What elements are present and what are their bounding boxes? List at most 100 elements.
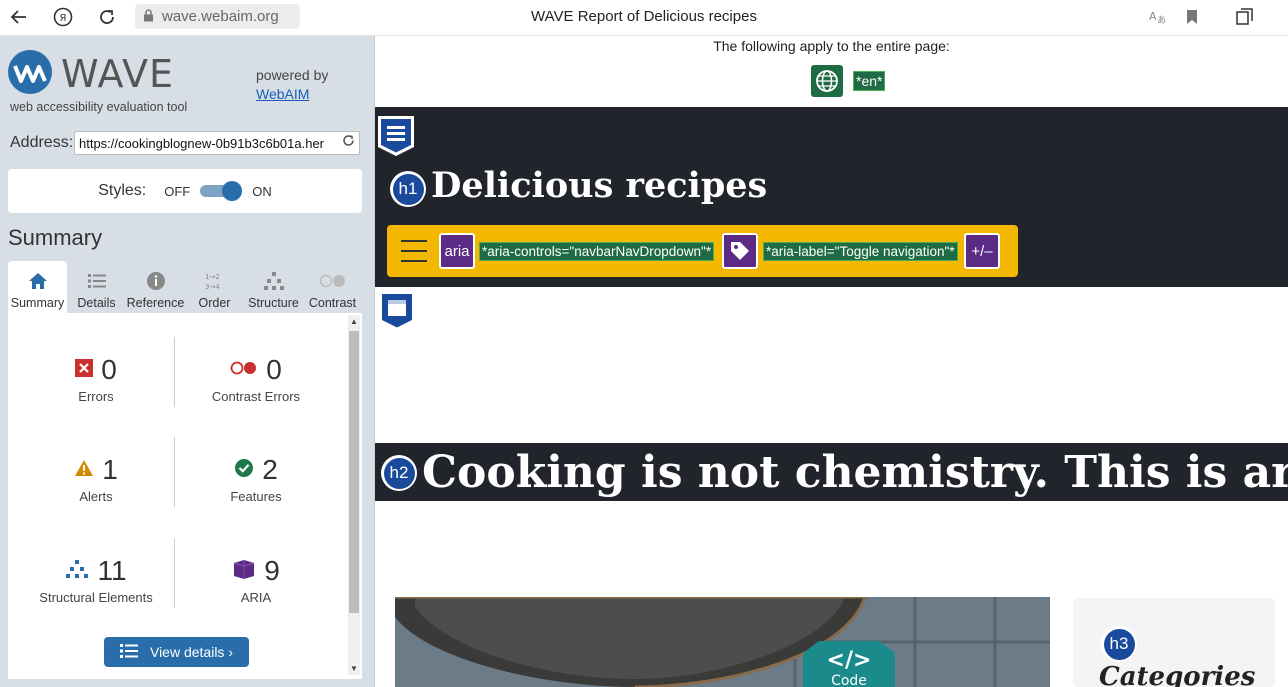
alert-icon [74, 459, 94, 482]
categories-heading: Categories [1099, 662, 1256, 687]
tab-label: Order [198, 296, 231, 310]
features-stat[interactable]: 2 Features [181, 453, 331, 504]
list-icon [87, 269, 107, 293]
svg-text:Я: Я [60, 13, 67, 24]
alerts-label: Alerts [79, 489, 113, 504]
view-details-label: View details › [149, 644, 233, 660]
window-title: WAVE Report of Delicious recipes [531, 8, 757, 25]
structure-icon [263, 269, 285, 293]
svg-text:</>: </> [827, 648, 872, 673]
view-details-button[interactable]: View details › [104, 637, 249, 667]
errors-count: 0 [101, 354, 117, 385]
address-text: wave.webaim.org [162, 8, 279, 25]
hamburger-icon[interactable] [401, 240, 427, 262]
contrast-errors-stat[interactable]: 0 Contrast Errors [181, 353, 331, 404]
address-bar[interactable]: wave.webaim.org [135, 4, 300, 29]
tab-label: Contrast [308, 296, 357, 310]
aria-label: ARIA [240, 590, 272, 605]
header-region-icon[interactable] [377, 115, 415, 157]
address-input[interactable]: https://cookingblognew-0b91b3c6b01a.her [74, 131, 360, 155]
contrast-icon [319, 269, 347, 293]
aria-label-tag: *aria-label="Toggle navigation"* [763, 242, 958, 261]
divider [174, 538, 175, 608]
structure-icon [65, 559, 89, 584]
tab-order[interactable]: 1→2 3→4 Order [185, 261, 244, 313]
contrast-error-icon [230, 361, 258, 380]
code-icon[interactable]: </> Code [803, 641, 895, 687]
address-value: https://cookingblognew-0b91b3c6b01a.her [79, 135, 325, 151]
site-title[interactable]: Delicious recipes [431, 165, 767, 206]
categories-card: h3 Categories [1073, 598, 1275, 687]
structural-count: 11 [97, 555, 127, 586]
svg-text:3→4: 3→4 [205, 283, 220, 291]
aria-stat[interactable]: 9 ARIA [181, 554, 331, 605]
yandex-icon[interactable]: Я [49, 4, 77, 30]
svg-text:1→2: 1→2 [205, 273, 220, 281]
aria-icon[interactable]: aria [439, 233, 475, 269]
errors-label: Errors [78, 389, 114, 404]
aria-controls-tag: *aria-controls="navbarNavDropdown"* [479, 242, 715, 261]
page-wide-notice: The following apply to the entire page: [713, 38, 950, 54]
styles-toggle[interactable] [200, 181, 243, 201]
features-label: Features [230, 489, 282, 504]
back-arrow-icon[interactable] [5, 4, 33, 30]
wave-tagline: web accessibility evaluation tool [10, 100, 188, 114]
structural-stat[interactable]: 11 Structural Elements [21, 554, 171, 605]
structural-label: Structural Elements [39, 590, 153, 605]
tab-label: Details [77, 296, 116, 310]
address-row: Address: https://cookingblognew-0b91b3c6… [10, 131, 360, 155]
aria-expanded-icon[interactable]: +/– [964, 233, 1000, 269]
home-icon [28, 269, 48, 293]
hero-image: </> Code [395, 597, 1050, 687]
summary-heading: Summary [8, 225, 103, 250]
aria-cube-icon [232, 558, 256, 585]
navbar: aria *aria-controls="navbarNavDropdown"*… [387, 225, 1018, 277]
tab-structure[interactable]: Structure [244, 261, 303, 313]
refresh-icon[interactable] [338, 134, 355, 151]
h1-icon[interactable]: h1 [390, 171, 426, 207]
page-wide-icons: *en* [811, 65, 886, 97]
page-content: The following apply to the entire page: … [375, 36, 1288, 687]
hero-heading: Cooking is not chemistry. This is art [422, 447, 1288, 498]
webaim-link[interactable]: WebAIM [256, 86, 309, 102]
lock-icon [143, 8, 154, 25]
divider [174, 337, 175, 407]
collections-icon[interactable] [1231, 4, 1259, 30]
site-header: h1 Delicious recipes aria *aria-controls… [375, 107, 1288, 287]
styles-off-label: OFF [164, 183, 191, 199]
order-icon: 1→2 3→4 [204, 269, 226, 293]
hero-heading-band: h2 Cooking is not chemistry. This is art [375, 443, 1288, 501]
h2-icon[interactable]: h2 [381, 455, 417, 491]
aria-label-tag-icon[interactable] [722, 233, 758, 269]
tab-reference[interactable]: Reference [126, 261, 185, 313]
wave-tabs: Summary Details Reference 1→2 3→4 Order S… [8, 261, 362, 313]
bookmark-icon[interactable] [1178, 4, 1206, 30]
list-icon [119, 643, 138, 662]
powered-by: powered by WebAIM [256, 66, 328, 104]
language-tag: *en* [853, 71, 886, 91]
language-globe-icon[interactable] [811, 65, 843, 97]
contrast-errors-count: 0 [266, 354, 282, 385]
wave-logo-icon [8, 50, 52, 94]
tab-label: Reference [126, 296, 185, 310]
errors-stat[interactable]: 0 Errors [21, 353, 171, 404]
reload-icon[interactable] [93, 4, 121, 30]
info-icon [146, 269, 166, 293]
wave-logo-text: WAVE [61, 52, 175, 96]
styles-on-label: ON [252, 183, 272, 199]
h3-icon[interactable]: h3 [1101, 626, 1137, 662]
panel-scrollbar[interactable]: ▲ ▼ [348, 315, 360, 675]
translate-icon[interactable]: Aあ [1143, 4, 1171, 30]
features-count: 2 [262, 454, 278, 485]
address-label: Address: [10, 134, 74, 151]
divider [174, 437, 175, 507]
error-icon [75, 358, 94, 382]
aria-count: 9 [264, 555, 280, 586]
tab-summary[interactable]: Summary [8, 261, 67, 313]
powered-by-label: powered by [256, 67, 329, 83]
tab-details[interactable]: Details [67, 261, 126, 313]
alerts-stat[interactable]: 1 Alerts [21, 453, 171, 504]
styles-label: Styles: [98, 182, 147, 199]
main-region-icon[interactable] [378, 290, 416, 332]
tab-contrast[interactable]: Contrast [303, 261, 362, 313]
